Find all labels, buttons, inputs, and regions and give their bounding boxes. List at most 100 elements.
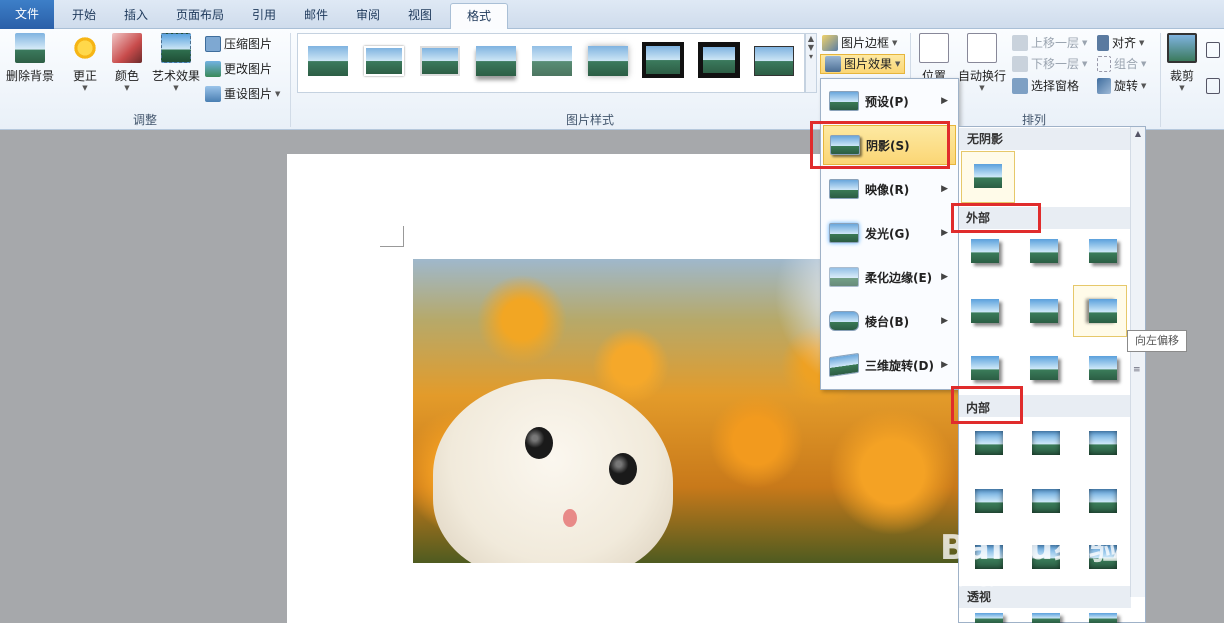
watermark-url: jingyan.baidu.com bbox=[960, 568, 1108, 587]
align-button[interactable]: 对齐 ▼ bbox=[1097, 32, 1144, 54]
shadow-panel-scrollbar[interactable]: ▲ ≡ bbox=[1130, 127, 1145, 597]
submenu-arrow-icon: ▶ bbox=[941, 96, 948, 106]
plush-eye bbox=[609, 453, 637, 485]
color-palette-icon bbox=[112, 33, 142, 63]
reset-picture-icon bbox=[205, 86, 221, 102]
picture-effects-button[interactable]: 图片效果 ▼ bbox=[820, 54, 906, 74]
selection-pane-button[interactable]: 选择窗格 bbox=[1012, 75, 1079, 97]
shadow-preview bbox=[974, 164, 1002, 188]
width-icon bbox=[1206, 78, 1220, 94]
section-perspective: 透视 bbox=[959, 586, 1131, 608]
menu-item-preset[interactable]: 预设(P) ▶ bbox=[823, 81, 956, 121]
bring-forward-button[interactable]: 上移一层 ▼ bbox=[1012, 32, 1087, 54]
shadow-option-perspective[interactable] bbox=[1032, 613, 1060, 623]
artistic-effects-icon bbox=[161, 33, 191, 63]
tab-home[interactable]: 开始 bbox=[60, 3, 108, 29]
width-spinner[interactable] bbox=[1206, 75, 1220, 97]
shadow-option-inner[interactable] bbox=[975, 489, 1003, 513]
corrections-button[interactable]: 更正 ▼ bbox=[66, 33, 104, 92]
artistic-effects-label: 艺术效果 bbox=[151, 69, 200, 83]
no-shadow-option[interactable] bbox=[961, 151, 1015, 203]
shadow-option-outer[interactable] bbox=[971, 239, 999, 263]
shadow-option-inner[interactable] bbox=[1032, 489, 1060, 513]
shadow-option-outer[interactable] bbox=[1030, 356, 1058, 380]
picture-style-thumb[interactable] bbox=[420, 46, 460, 76]
tab-insert[interactable]: 插入 bbox=[112, 3, 160, 29]
selection-pane-label: 选择窗格 bbox=[1031, 79, 1080, 93]
shadow-option-outer[interactable] bbox=[1030, 299, 1058, 323]
picture-style-thumb[interactable] bbox=[754, 46, 794, 76]
bring-forward-label: 上移一层 bbox=[1031, 36, 1080, 50]
height-spinner[interactable] bbox=[1206, 39, 1220, 61]
tab-review[interactable]: 审阅 bbox=[344, 3, 392, 29]
color-button[interactable]: 颜色 ▼ bbox=[108, 33, 146, 92]
chevron-down-icon: ▼ bbox=[895, 60, 901, 68]
rotate-button[interactable]: 旋转 ▼ bbox=[1097, 75, 1146, 97]
sun-icon bbox=[70, 33, 100, 63]
group-divider bbox=[290, 33, 291, 127]
compress-icon bbox=[205, 36, 221, 52]
menu-item-bevel[interactable]: 棱台(B) ▶ bbox=[823, 301, 956, 341]
submenu-arrow-icon: ▶ bbox=[941, 316, 948, 326]
position-icon bbox=[919, 33, 949, 63]
tooltip: 向左偏移 bbox=[1127, 330, 1187, 352]
compress-pictures-button[interactable]: 压缩图片 bbox=[205, 33, 272, 55]
shadow-option-offset-left[interactable] bbox=[1073, 285, 1127, 337]
shadow-option-perspective[interactable] bbox=[975, 613, 1003, 623]
watermark-logo: Baidu经验 bbox=[940, 528, 1125, 568]
shadow-option-outer[interactable] bbox=[1089, 356, 1117, 380]
chevron-down-icon: ▼ bbox=[1139, 39, 1145, 47]
position-button[interactable]: 位置 bbox=[916, 33, 952, 84]
reset-picture-button[interactable]: 重设图片 ▼ bbox=[205, 83, 280, 105]
picture-border-button[interactable]: 图片边框 ▼ bbox=[822, 32, 897, 54]
tab-file[interactable]: 文件 bbox=[0, 0, 54, 29]
tab-references[interactable]: 引用 bbox=[240, 3, 288, 29]
glow-icon bbox=[829, 223, 859, 243]
section-no-shadow: 无阴影 bbox=[959, 128, 1131, 150]
shadow-option-perspective[interactable] bbox=[1089, 613, 1117, 623]
picture-style-thumb[interactable] bbox=[308, 46, 348, 76]
gallery-scroll-buttons[interactable]: ▲ ▼ ▾ bbox=[805, 33, 817, 93]
shadow-option-inner[interactable] bbox=[1089, 489, 1117, 513]
soft-edges-icon bbox=[829, 267, 859, 287]
shadow-option-inner[interactable] bbox=[1089, 431, 1117, 455]
menu-item-3d-rotation[interactable]: 三维旋转(D) ▶ bbox=[823, 345, 956, 385]
tab-view[interactable]: 视图 bbox=[396, 3, 444, 29]
picture-style-thumb[interactable] bbox=[476, 46, 516, 76]
chevron-down-icon: ▼ bbox=[1082, 60, 1088, 68]
shadow-option-outer[interactable] bbox=[1089, 239, 1117, 263]
adjust-group-label: 调整 bbox=[132, 113, 157, 127]
chevron-down-icon: ▼ bbox=[82, 84, 88, 92]
remove-background-button[interactable]: 删除背景 bbox=[4, 33, 56, 84]
artistic-effects-button[interactable]: 艺术效果 ▼ bbox=[150, 33, 202, 92]
shadow-option-inner[interactable] bbox=[1032, 431, 1060, 455]
shadow-option-inner[interactable] bbox=[975, 431, 1003, 455]
shadow-option-outer[interactable] bbox=[971, 299, 999, 323]
tab-format[interactable]: 格式 bbox=[450, 3, 508, 30]
menu-item-glow[interactable]: 发光(G) ▶ bbox=[823, 213, 956, 253]
picture-style-thumb[interactable] bbox=[640, 40, 686, 80]
picture-style-thumb[interactable] bbox=[532, 46, 572, 76]
picture-style-thumb[interactable] bbox=[364, 46, 404, 76]
tab-mailings[interactable]: 邮件 bbox=[292, 3, 340, 29]
change-picture-button[interactable]: 更改图片 bbox=[205, 58, 272, 80]
send-backward-button[interactable]: 下移一层 ▼ bbox=[1012, 53, 1087, 75]
tab-page-layout[interactable]: 页面布局 bbox=[164, 3, 236, 29]
picture-style-thumb[interactable] bbox=[698, 42, 740, 78]
text-boundary-marker bbox=[380, 226, 404, 247]
wrap-text-icon bbox=[967, 33, 997, 63]
menu-item-soft-edges[interactable]: 柔化边缘(E) ▶ bbox=[823, 257, 956, 297]
align-icon bbox=[1097, 35, 1109, 51]
shadow-option-outer[interactable] bbox=[1030, 239, 1058, 263]
scroll-up-icon[interactable]: ▲ bbox=[1131, 129, 1145, 138]
shadow-option-outer[interactable] bbox=[971, 356, 999, 380]
picture-style-thumb[interactable] bbox=[588, 46, 628, 76]
wrap-text-button[interactable]: 自动换行 ▼ bbox=[956, 33, 1008, 92]
group-button[interactable]: 组合 ▼ bbox=[1097, 53, 1146, 75]
picture-styles-group-label: 图片样式 bbox=[565, 113, 614, 127]
menu-item-label: 发光(G) bbox=[865, 226, 910, 241]
menu-item-reflection[interactable]: 映像(R) ▶ bbox=[823, 169, 956, 209]
ribbon: 删除背景 更正 ▼ 颜色 ▼ 艺术效果 ▼ 压缩图片 更改图片 重设图片 ▼ 调… bbox=[0, 29, 1224, 130]
crop-button[interactable]: 裁剪 ▼ bbox=[1164, 33, 1200, 92]
corrections-label: 更正 bbox=[72, 69, 97, 83]
